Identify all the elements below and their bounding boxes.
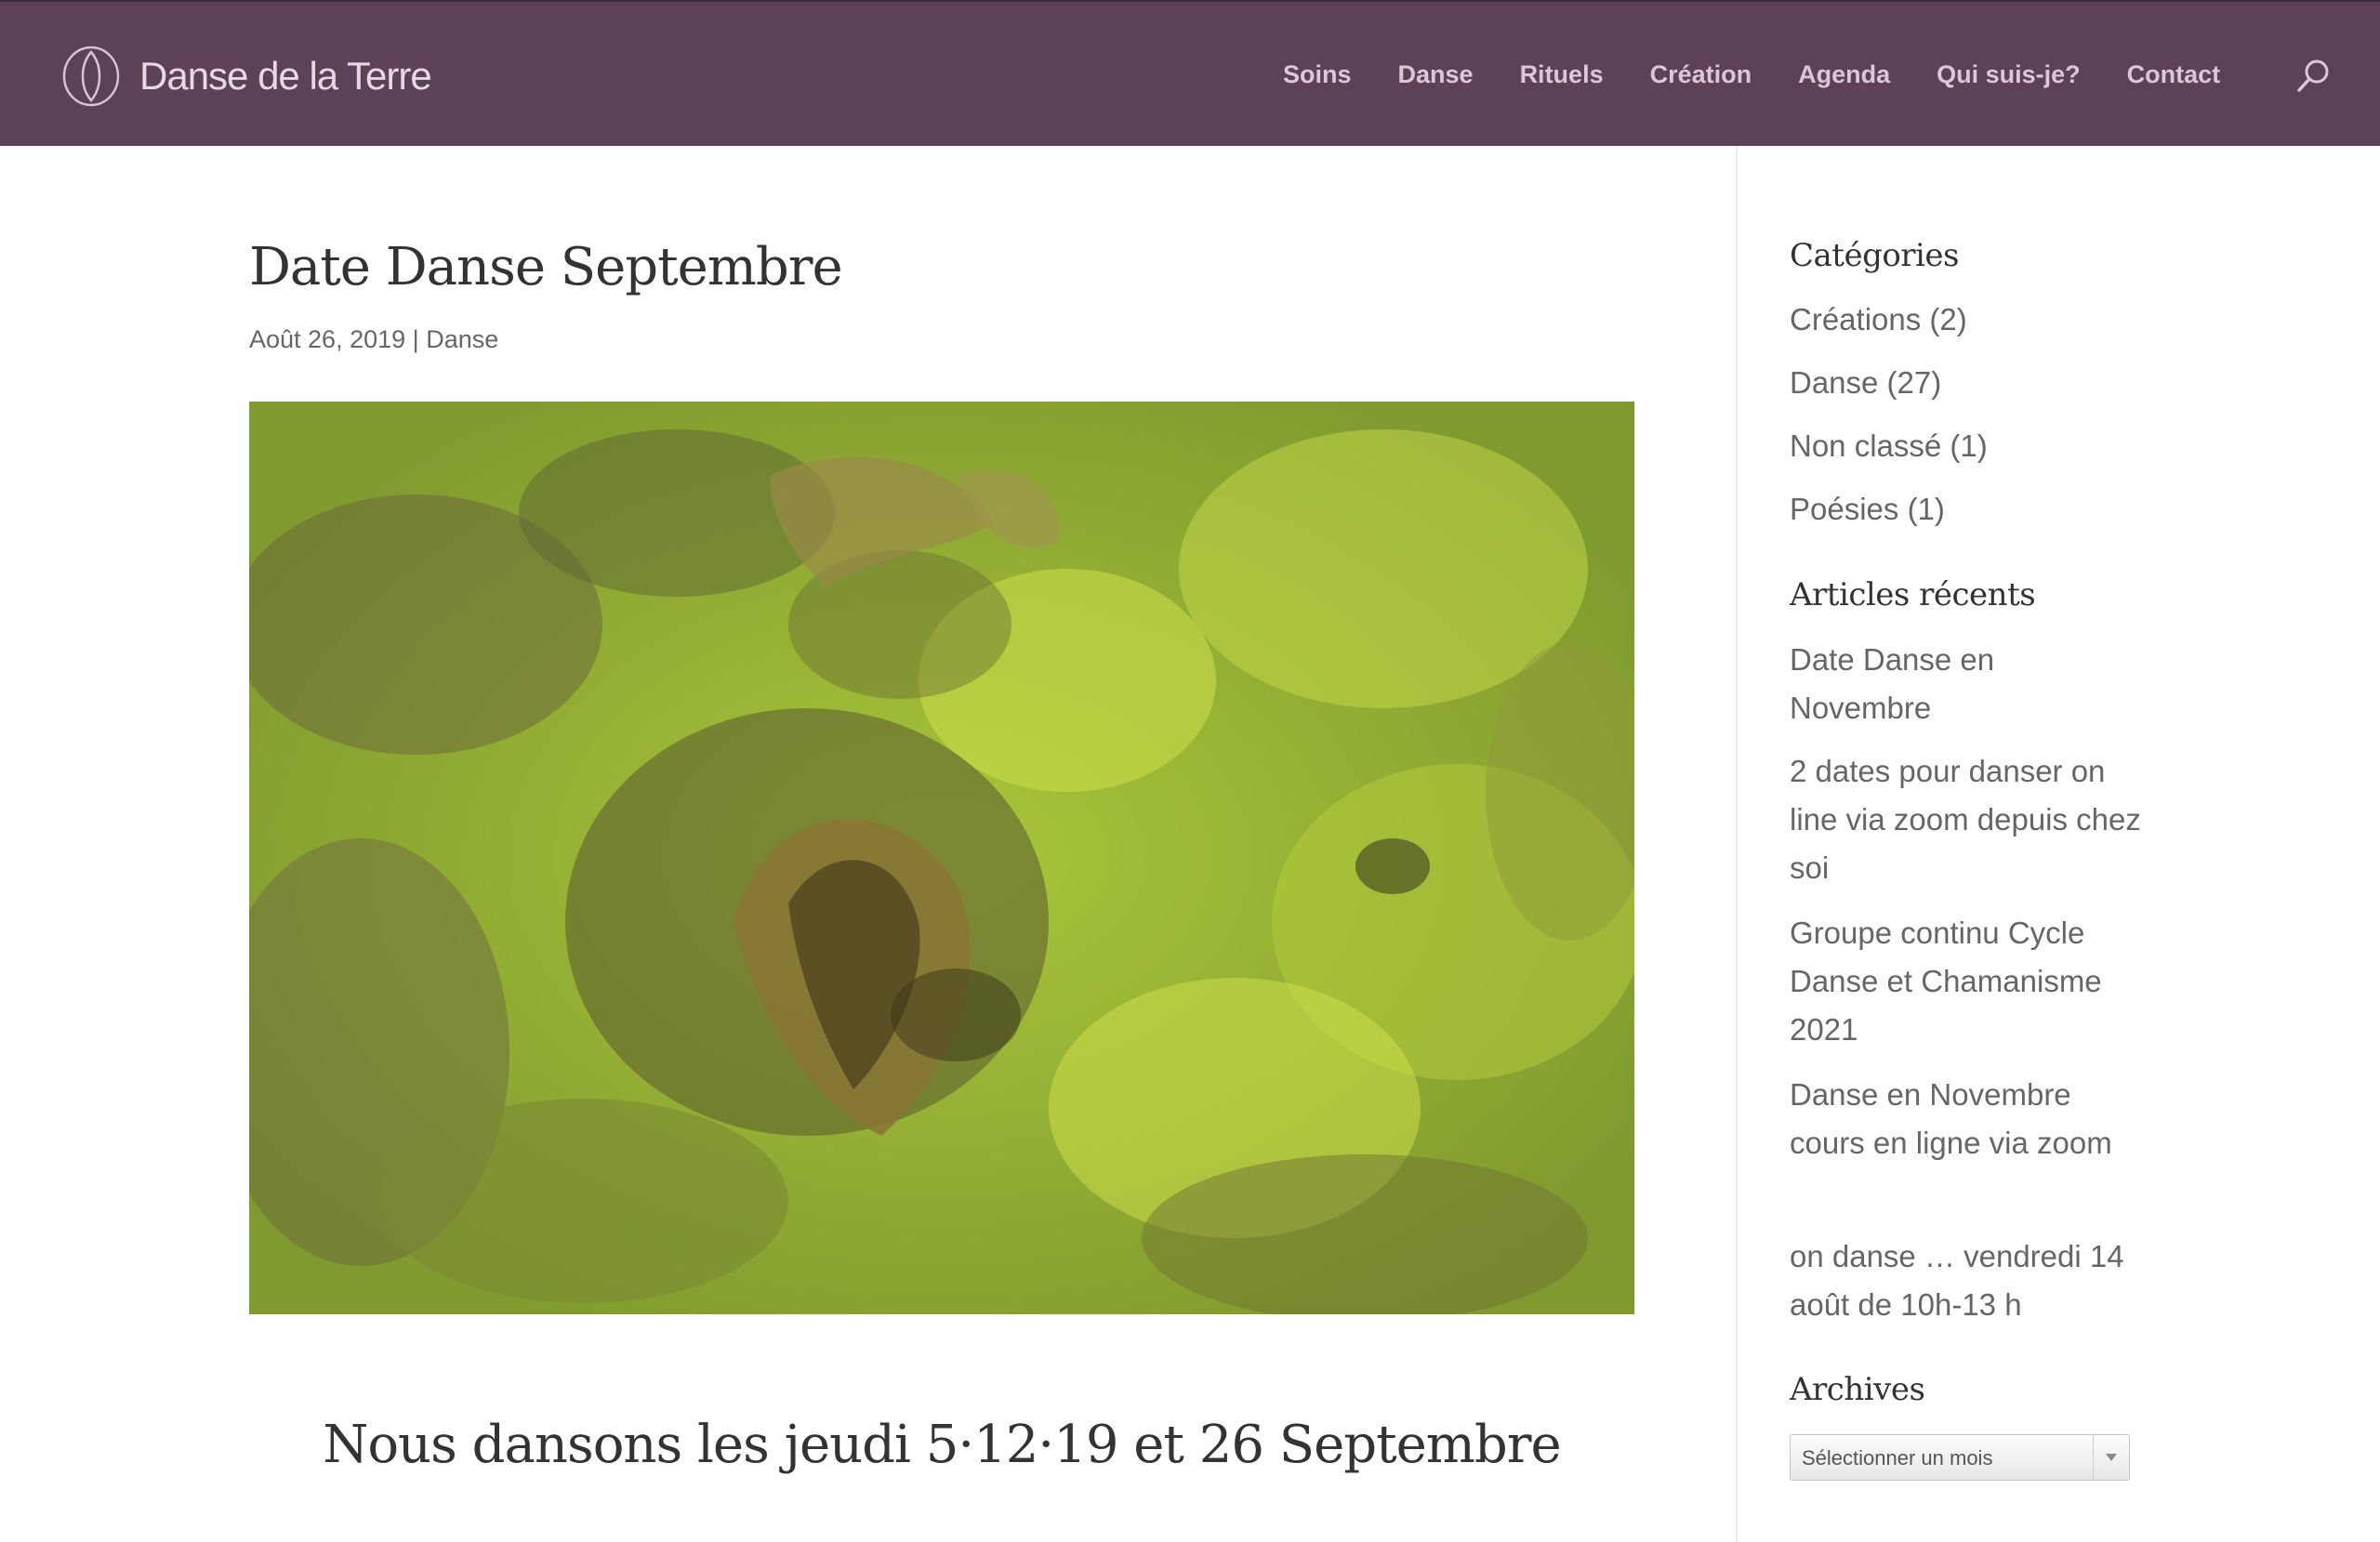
site-name: Danse de la Terre xyxy=(139,54,432,98)
site-logo[interactable]: Danse de la Terre xyxy=(61,44,432,109)
archives-select[interactable]: Sélectionner un mois xyxy=(1790,1434,2130,1481)
nav-item-creation[interactable]: Création xyxy=(1650,60,1752,89)
meta-separator: | xyxy=(412,325,419,353)
moss-seaweed-photo xyxy=(249,402,1634,1314)
post-date: Août 26, 2019 xyxy=(249,325,406,353)
recent-post-link[interactable]: on danse … vendredi 14 août de 10h-13 h xyxy=(1790,1232,2143,1329)
recent-post-link[interactable]: Date Danse en Novembre xyxy=(1790,636,2143,732)
archives-title: Archives xyxy=(1790,1371,1925,1408)
leaf-circle-icon xyxy=(62,46,120,107)
category-link[interactable]: Créations (2) xyxy=(1790,296,2143,344)
post-heading: Nous dansons les jeudi 5·12·19 et 26 Sep… xyxy=(323,1415,1561,1475)
category-link[interactable]: Danse (27) xyxy=(1790,359,2143,407)
post-category-link[interactable]: Danse xyxy=(426,325,498,353)
nav-item-contact[interactable]: Contact xyxy=(2127,60,2221,89)
nav-item-qui-suis-je[interactable]: Qui suis-je? xyxy=(1937,60,2081,89)
category-link[interactable]: Poésies (1) xyxy=(1790,485,2143,534)
categories-title: Catégories xyxy=(1790,237,1960,274)
site-header: Danse de la Terre Soins Danse Rituels Cr… xyxy=(0,0,2380,146)
triangle-down-icon xyxy=(2093,1435,2129,1480)
recent-post-link[interactable]: Danse en Novembre cours en ligne via zoo… xyxy=(1790,1071,2143,1167)
search-icon[interactable] xyxy=(2294,58,2332,95)
featured-image xyxy=(249,402,1634,1314)
post-title: Date Danse Septembre xyxy=(249,237,843,297)
main-nav: Soins Danse Rituels Création Agenda Qui … xyxy=(1283,2,2220,148)
archives-select-value: Sélectionner un mois xyxy=(1802,1446,1993,1470)
nav-item-soins[interactable]: Soins xyxy=(1283,60,1352,89)
nav-item-rituels[interactable]: Rituels xyxy=(1520,60,1604,89)
recent-post-link[interactable]: Groupe continu Cycle Danse et Chamanisme… xyxy=(1790,909,2143,1054)
post-meta: Août 26, 2019 | Danse xyxy=(249,325,498,354)
recent-post-link[interactable]: 2 dates pour danser on line via zoom dep… xyxy=(1790,747,2143,892)
sidebar-divider xyxy=(1736,146,1738,1542)
category-link[interactable]: Non classé (1) xyxy=(1790,422,2143,470)
recent-posts-title: Articles récents xyxy=(1790,576,2036,613)
nav-item-agenda[interactable]: Agenda xyxy=(1798,60,1890,89)
nav-item-danse[interactable]: Danse xyxy=(1398,60,1474,89)
